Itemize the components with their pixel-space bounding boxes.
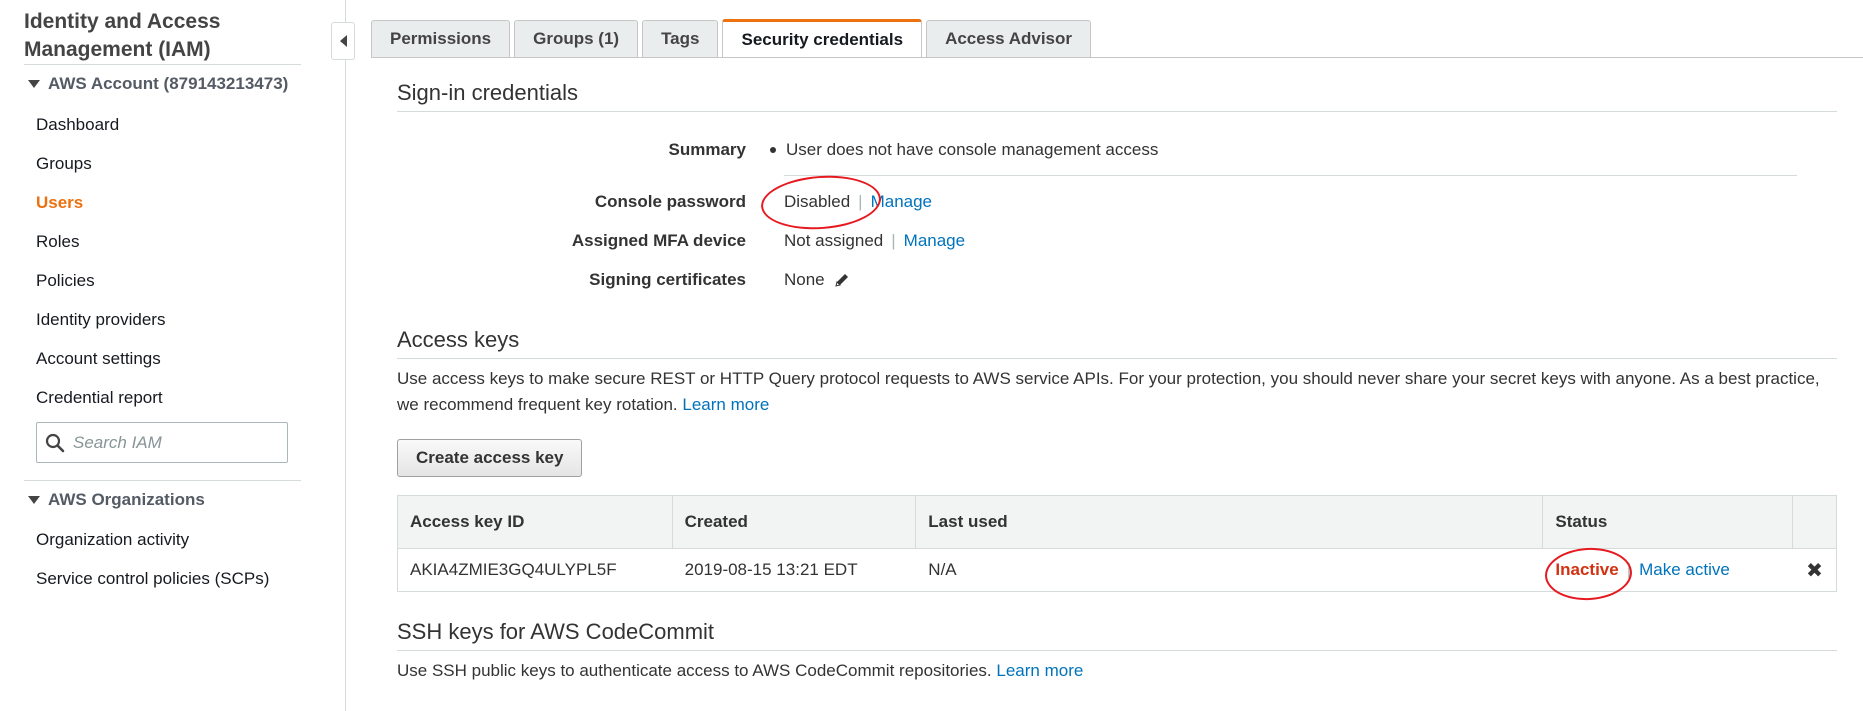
signing-certificates-status: None: [784, 270, 825, 289]
tab-access-advisor[interactable]: Access Advisor: [926, 20, 1091, 57]
console-password-manage-link[interactable]: Manage: [871, 192, 932, 212]
access-keys-description-text: Use access keys to make secure REST or H…: [397, 369, 1820, 414]
sidebar-item-policies[interactable]: Policies: [36, 271, 95, 291]
column-header-last-used[interactable]: Last used: [916, 496, 1544, 548]
make-active-link[interactable]: Make active: [1639, 560, 1730, 580]
tab-bar: Permissions Groups (1) Tags Security cre…: [371, 19, 1091, 57]
access-keys-learn-more-link[interactable]: Learn more: [682, 395, 769, 414]
access-key-id-cell: AKIA4ZMIE3GQ4ULYPL5F: [410, 560, 617, 579]
aws-organizations-section[interactable]: AWS Organizations: [28, 490, 205, 510]
summary-value: User does not have console management ac…: [770, 140, 1159, 160]
chevron-left-icon: [339, 35, 347, 47]
sidebar-item-roles[interactable]: Roles: [36, 232, 79, 252]
aws-organizations-label: AWS Organizations: [48, 490, 205, 509]
sidebar-title: Identity and Access Management (IAM): [24, 10, 221, 61]
created-cell: 2019-08-15 13:21 EDT: [684, 560, 858, 579]
column-header-status[interactable]: Status: [1543, 496, 1794, 548]
signing-certificates-value: None: [784, 270, 851, 290]
aws-account-section[interactable]: AWS Account (879143213473): [28, 74, 288, 94]
table-header: Access key ID Created Last used Status: [398, 496, 1836, 549]
tab-groups[interactable]: Groups (1): [514, 20, 639, 57]
caret-down-icon: [28, 496, 40, 504]
sidebar-item-credential-report[interactable]: Credential report: [36, 388, 163, 408]
summary-divider: [784, 175, 1797, 176]
mfa-manage-link[interactable]: Manage: [904, 231, 965, 251]
tab-permissions[interactable]: Permissions: [371, 20, 511, 57]
section-divider: [397, 111, 1837, 112]
summary-text: User does not have console management ac…: [786, 140, 1159, 159]
sidebar-divider: [24, 480, 301, 481]
collapse-sidebar-button[interactable]: [331, 22, 355, 60]
column-header-actions: [1793, 496, 1836, 548]
separator: |: [891, 231, 896, 250]
sidebar-item-dashboard[interactable]: Dashboard: [36, 115, 119, 135]
search-box: [36, 422, 288, 463]
mfa-label: Assigned MFA device: [571, 231, 746, 250]
pencil-icon[interactable]: [833, 271, 851, 289]
sidebar-item-scps[interactable]: Service control policies (SCPs): [36, 569, 269, 589]
access-keys-description: Use access keys to make secure REST or H…: [397, 366, 1837, 418]
aws-account-label: AWS Account (879143213473): [48, 74, 289, 93]
column-header-created[interactable]: Created: [673, 496, 917, 548]
mfa-status: Not assigned: [784, 231, 884, 250]
tab-security-credentials[interactable]: Security credentials: [722, 19, 923, 57]
section-divider: [397, 358, 1837, 359]
console-password-value: Disabled | Manage: [784, 192, 932, 212]
tabs-divider: [371, 57, 1863, 58]
ssh-keys-description: Use SSH public keys to authenticate acce…: [397, 658, 1837, 684]
ssh-learn-more-link[interactable]: Learn more: [996, 661, 1083, 680]
search-icon: [45, 433, 65, 452]
search-input[interactable]: [73, 432, 273, 453]
console-password-status: Disabled: [784, 192, 851, 211]
access-keys-heading: Access keys: [397, 327, 520, 352]
bullet-icon: [770, 147, 776, 153]
ssh-keys-heading: SSH keys for AWS CodeCommit: [397, 619, 715, 644]
mfa-value: Not assigned | Manage: [784, 231, 965, 251]
status-cell: Inactive | Make active: [1543, 560, 1793, 580]
signing-certificates-label: Signing certificates: [589, 270, 746, 289]
last-used-cell: N/A: [928, 560, 957, 579]
sidebar-item-groups[interactable]: Groups: [36, 154, 92, 174]
sidebar-item-organization-activity[interactable]: Organization activity: [36, 530, 189, 550]
tab-tags[interactable]: Tags: [642, 20, 719, 57]
separator: |: [1626, 560, 1632, 579]
status-badge: Inactive: [1555, 560, 1619, 579]
sidebar-item-account-settings[interactable]: Account settings: [36, 349, 161, 369]
column-header-access-key-id[interactable]: Access key ID: [398, 496, 673, 548]
summary-label: Summary: [668, 140, 746, 159]
sidebar-item-identity-providers[interactable]: Identity providers: [36, 310, 165, 330]
console-password-label: Console password: [594, 192, 746, 211]
caret-down-icon: [28, 80, 40, 88]
table-row: AKIA4ZMIE3GQ4ULYPL5F 2019-08-15 13:21 ED…: [398, 549, 1836, 591]
sidebar: Identity and Access Management (IAM) AWS…: [0, 0, 346, 711]
create-access-key-button[interactable]: Create access key: [397, 439, 583, 477]
ssh-keys-description-text: Use SSH public keys to authenticate acce…: [397, 661, 992, 680]
section-divider: [397, 650, 1837, 651]
signin-heading: Sign-in credentials: [397, 80, 578, 105]
access-keys-table: Access key ID Created Last used Status A…: [397, 495, 1837, 592]
sidebar-item-users[interactable]: Users: [36, 193, 83, 213]
sidebar-divider: [24, 64, 301, 65]
delete-key-icon[interactable]: ✖: [1793, 558, 1836, 583]
separator: |: [858, 192, 863, 211]
